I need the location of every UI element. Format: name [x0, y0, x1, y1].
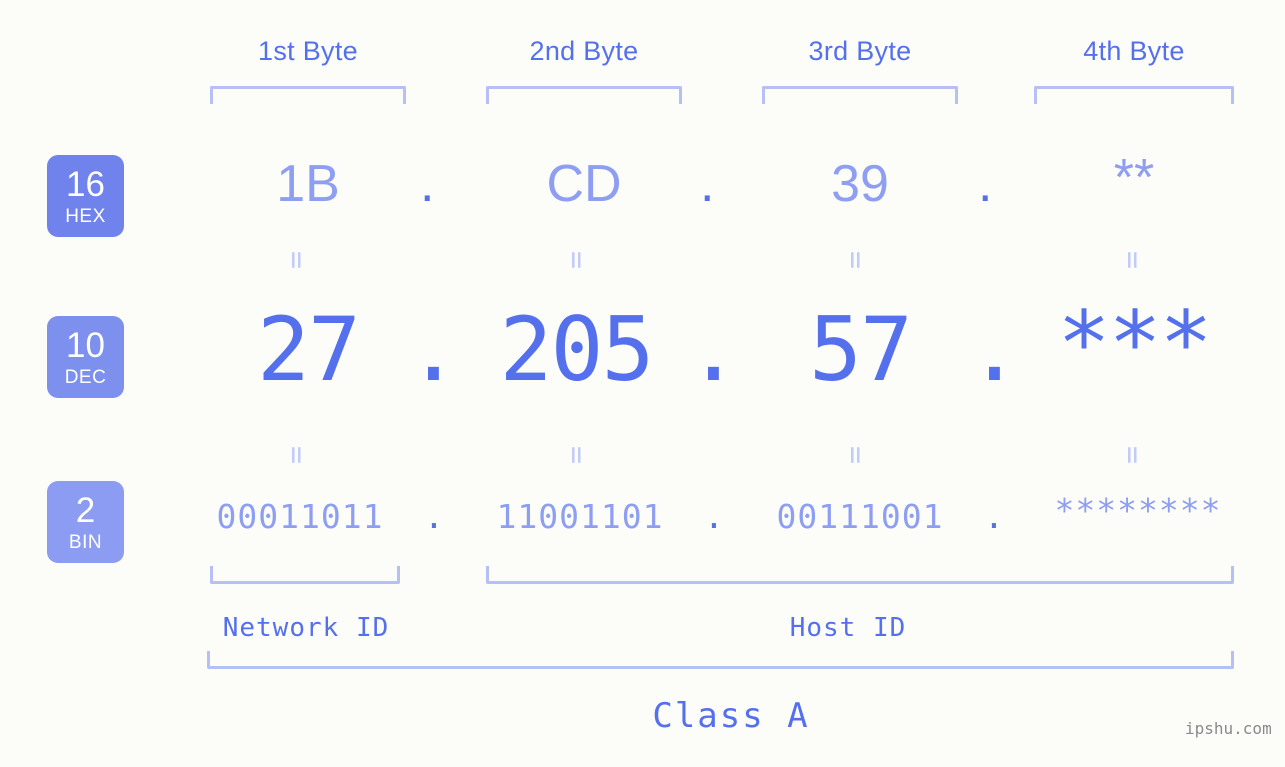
base-badge-hex-number: 16: [66, 164, 105, 204]
bin-separator-3: .: [984, 497, 1004, 536]
bin-byte-3: 00111001: [776, 497, 944, 536]
base-badge-dec: 10 DEC: [47, 316, 124, 398]
byte-header-1: 1st Byte: [258, 36, 358, 66]
equals-mark-1-3: =: [838, 250, 874, 270]
hex-byte-3: 39: [831, 155, 889, 213]
equals-mark-2-4: =: [1115, 445, 1151, 465]
equals-mark-2-1: =: [279, 445, 315, 465]
host-id-bracket: [486, 566, 1234, 584]
equals-mark-1-2: =: [559, 250, 595, 270]
base-badge-hex-name: HEX: [65, 205, 106, 227]
bin-byte-1: 00011011: [216, 497, 384, 536]
byte-bracket-4: [1034, 86, 1234, 104]
hex-separator-1: .: [420, 155, 435, 213]
bin-separator-2: .: [704, 497, 724, 536]
equals-mark-2-2: =: [559, 445, 595, 465]
byte-header-2: 2nd Byte: [529, 36, 639, 66]
byte-bracket-1: [210, 86, 406, 104]
base-badge-hex: 16 HEX: [47, 155, 124, 237]
byte-header-4: 4th Byte: [1083, 36, 1185, 66]
hex-separator-3: .: [978, 155, 993, 213]
base-badge-dec-number: 10: [66, 325, 105, 365]
hex-byte-1: 1B: [276, 155, 340, 213]
dec-byte-1: 27: [257, 298, 361, 401]
byte-header-3: 3rd Byte: [808, 36, 912, 66]
equals-mark-1-1: =: [279, 250, 315, 270]
base-badge-bin-number: 2: [75, 490, 96, 530]
equals-mark-1-4: =: [1115, 250, 1151, 270]
network-id-label: Network ID: [222, 613, 390, 643]
bin-separator-1: .: [424, 497, 444, 536]
dec-separator-1: .: [407, 298, 460, 401]
base-badge-bin: 2 BIN: [47, 481, 124, 563]
dec-byte-3: 57: [809, 298, 913, 401]
byte-bracket-3: [762, 86, 958, 104]
dec-separator-2: .: [687, 298, 740, 401]
hex-byte-4: **: [1113, 149, 1155, 207]
dec-byte-4: ***: [1057, 292, 1213, 395]
dec-byte-2: 205: [499, 298, 655, 401]
network-id-bracket: [210, 566, 400, 584]
base-badge-dec-name: DEC: [64, 366, 107, 388]
class-label: Class A: [652, 696, 810, 736]
bin-byte-4: ********: [1054, 491, 1222, 530]
dec-separator-3: .: [968, 298, 1021, 401]
host-id-label: Host ID: [789, 613, 907, 643]
hex-byte-2: CD: [546, 155, 622, 213]
base-badge-bin-name: BIN: [68, 531, 103, 553]
hex-separator-2: .: [700, 155, 715, 213]
class-bracket: [207, 651, 1234, 669]
bin-byte-2: 11001101: [496, 497, 664, 536]
equals-mark-2-3: =: [838, 445, 874, 465]
byte-bracket-2: [486, 86, 682, 104]
site-watermark: ipshu.com: [1185, 719, 1272, 738]
ip-address-breakdown-diagram: 1st Byte 2nd Byte 3rd Byte 4th Byte 16 H…: [0, 0, 1285, 767]
